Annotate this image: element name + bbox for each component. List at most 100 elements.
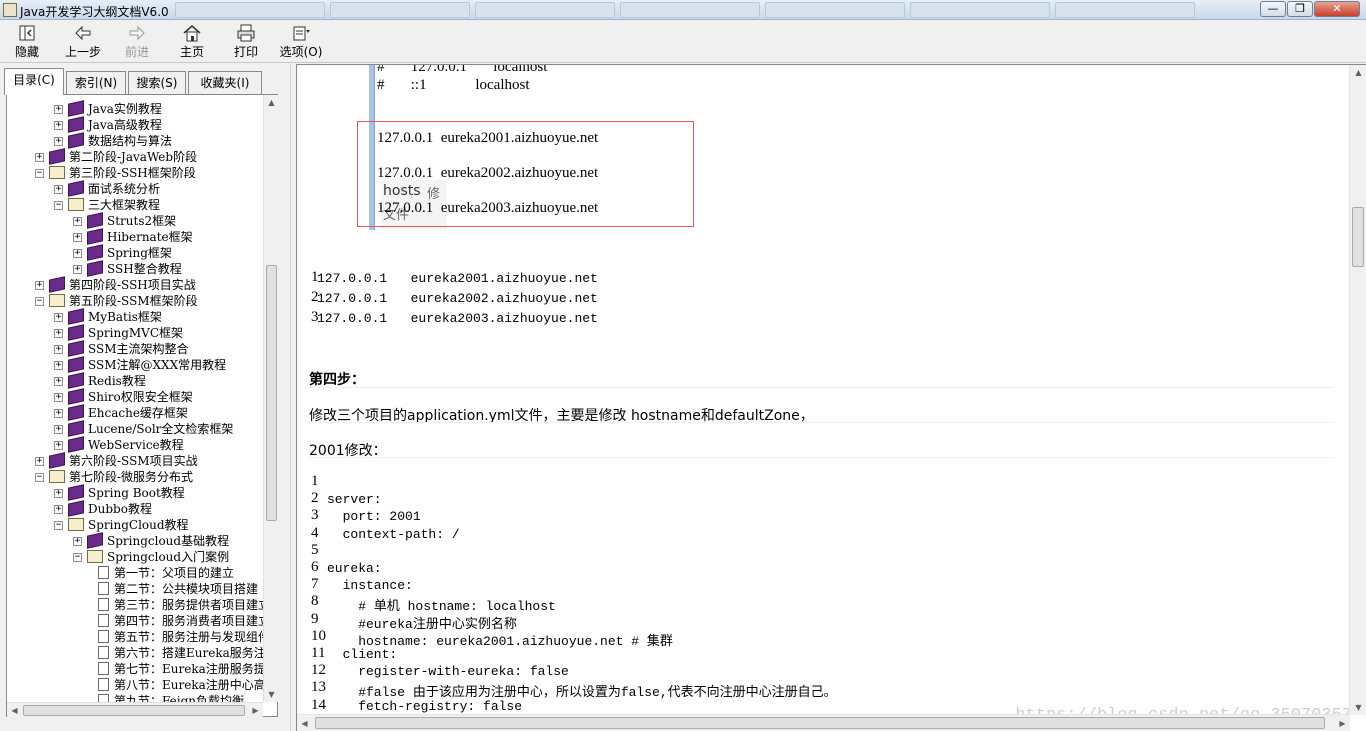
scroll-down-icon[interactable]: ▼ bbox=[264, 687, 279, 702]
print-button[interactable]: 打印 bbox=[228, 22, 264, 61]
expand-icon[interactable]: + bbox=[73, 217, 82, 226]
expand-icon[interactable]: + bbox=[54, 393, 63, 402]
tree-item[interactable]: + SSM主流架构整合 bbox=[7, 340, 263, 357]
scroll-up-icon[interactable]: ▲ bbox=[1351, 65, 1366, 80]
tree-item[interactable]: + Java高级教程 bbox=[7, 116, 263, 133]
options-button[interactable]: 选项(O) bbox=[278, 22, 324, 61]
book-icon bbox=[87, 244, 103, 261]
scroll-left-icon[interactable]: ◀ bbox=[7, 703, 22, 718]
tree-item[interactable]: + Spring框架 bbox=[7, 244, 263, 261]
tab-contents[interactable]: 目录(C) bbox=[4, 68, 64, 95]
tree-item[interactable]: + 第二阶段-JavaWeb阶段 bbox=[7, 148, 263, 165]
tree-item[interactable]: + Springcloud基础教程 bbox=[7, 532, 263, 549]
hide-button[interactable]: 隐藏 bbox=[8, 22, 46, 61]
tree-horizontal-scrollbar[interactable]: ◀ ▶ bbox=[7, 702, 263, 717]
collapse-icon[interactable]: − bbox=[35, 297, 44, 306]
tree-item[interactable]: − 第三阶段-SSH框架阶段 bbox=[7, 165, 263, 181]
code-line: 127.0.0.1 eureka2003.aizhuoyue.net bbox=[317, 311, 598, 326]
tree-item[interactable]: + SSM注解@XXX常用教程 bbox=[7, 356, 263, 373]
expand-icon[interactable]: + bbox=[54, 361, 63, 370]
tree-item[interactable]: 第五节：服务注册与发现组件 bbox=[7, 629, 263, 645]
tree-item[interactable]: − SpringCloud教程 bbox=[7, 517, 263, 533]
scroll-left-icon[interactable]: ◀ bbox=[297, 716, 312, 731]
expand-icon[interactable]: + bbox=[54, 345, 63, 354]
tree-item[interactable]: + Ehcache缓存框架 bbox=[7, 404, 263, 421]
tree-item[interactable]: 第八节：Eureka注册中心高可 bbox=[7, 677, 263, 693]
collapse-icon[interactable]: − bbox=[73, 553, 82, 562]
collapse-icon[interactable]: − bbox=[35, 473, 44, 482]
page-icon bbox=[98, 678, 109, 691]
minimize-button[interactable]: — bbox=[1260, 1, 1286, 17]
tree-item[interactable]: + Struts2框架 bbox=[7, 212, 263, 229]
content-vertical-scrollbar[interactable]: ▲ ▼ bbox=[1349, 65, 1366, 715]
tree-item[interactable]: 第四节：服务消费者项目建立 bbox=[7, 613, 263, 629]
collapse-icon[interactable]: − bbox=[35, 169, 44, 178]
expand-icon[interactable]: + bbox=[35, 153, 44, 162]
tree-item[interactable]: − 第五阶段-SSM框架阶段 bbox=[7, 293, 263, 309]
tree-item[interactable]: 第三节：服务提供者项目建立 bbox=[7, 597, 263, 613]
tree-item[interactable]: + Java实例教程 bbox=[7, 100, 263, 117]
tree-item[interactable]: 第九节：Feign负载均衡 bbox=[7, 693, 263, 702]
expand-icon[interactable]: + bbox=[54, 505, 63, 514]
tree-item[interactable]: + Lucene/Solr全文检索框架 bbox=[7, 420, 263, 437]
tree-item[interactable]: 第一节：父项目的建立 bbox=[7, 565, 263, 581]
tree-item[interactable]: + WebService教程 bbox=[7, 436, 263, 453]
expand-icon[interactable]: + bbox=[54, 329, 63, 338]
scroll-right-icon[interactable]: ▶ bbox=[1335, 716, 1350, 731]
expand-icon[interactable]: + bbox=[54, 121, 63, 130]
expand-icon[interactable]: + bbox=[35, 457, 44, 466]
tab-index[interactable]: 索引(N) bbox=[66, 71, 126, 94]
back-button[interactable]: 上一步 bbox=[60, 22, 106, 61]
tree-item[interactable]: + SSH整合教程 bbox=[7, 260, 263, 277]
expand-icon[interactable]: + bbox=[35, 281, 44, 290]
close-button[interactable]: ✕ bbox=[1314, 1, 1360, 17]
expand-icon[interactable]: + bbox=[54, 489, 63, 498]
tree-item[interactable]: + Redis教程 bbox=[7, 372, 263, 389]
expand-icon[interactable]: + bbox=[54, 377, 63, 386]
scroll-up-icon[interactable]: ▲ bbox=[264, 95, 279, 110]
expand-icon[interactable]: + bbox=[54, 137, 63, 146]
content-horizontal-scrollbar[interactable]: ◀ ▶ bbox=[297, 714, 1350, 731]
scroll-right-icon[interactable]: ▶ bbox=[248, 703, 263, 718]
tree-item[interactable]: + 第四阶段-SSH项目实战 bbox=[7, 276, 263, 293]
tree-item[interactable]: + 面试系统分析 bbox=[7, 180, 263, 197]
expand-icon[interactable]: + bbox=[54, 409, 63, 418]
expand-icon[interactable]: + bbox=[73, 537, 82, 546]
scroll-thumb[interactable] bbox=[315, 717, 1325, 729]
expand-icon[interactable]: + bbox=[73, 265, 82, 274]
expand-icon[interactable]: + bbox=[73, 233, 82, 242]
tree-item[interactable]: + 第六阶段-SSM项目实战 bbox=[7, 452, 263, 469]
expand-icon[interactable]: + bbox=[54, 425, 63, 434]
forward-button[interactable]: 前进 bbox=[118, 22, 156, 61]
maximize-button[interactable]: ❐ bbox=[1287, 1, 1313, 17]
tree-item[interactable]: + Hibernate框架 bbox=[7, 228, 263, 245]
tree-item[interactable]: + 数据结构与算法 bbox=[7, 132, 263, 149]
collapse-icon[interactable]: − bbox=[54, 521, 63, 530]
tree-item[interactable]: + Shiro权限安全框架 bbox=[7, 388, 263, 405]
tree-item[interactable]: 第二节：公共模块项目搭建 bbox=[7, 581, 263, 597]
tree-item[interactable]: − 第七阶段-微服务分布式 bbox=[7, 469, 263, 485]
tree-item[interactable]: + Dubbo教程 bbox=[7, 500, 263, 517]
tree-item[interactable]: + SpringMVC框架 bbox=[7, 324, 263, 341]
tree-item[interactable]: + Spring Boot教程 bbox=[7, 484, 263, 501]
book-icon bbox=[68, 340, 84, 357]
scroll-thumb[interactable] bbox=[1352, 207, 1364, 267]
expand-icon[interactable]: + bbox=[54, 105, 63, 114]
expand-icon[interactable]: + bbox=[54, 313, 63, 322]
expand-icon[interactable]: + bbox=[54, 185, 63, 194]
tab-favorites[interactable]: 收藏夹(I) bbox=[188, 71, 262, 94]
tree-vertical-scrollbar[interactable]: ▲ ▼ bbox=[263, 95, 278, 702]
collapse-icon[interactable]: − bbox=[54, 201, 63, 210]
tree-item[interactable]: 第六节：搭建Eureka服务注册 bbox=[7, 645, 263, 661]
tree-item[interactable]: − Springcloud入门案例 bbox=[7, 549, 263, 565]
expand-icon[interactable]: + bbox=[73, 249, 82, 258]
expand-icon[interactable]: + bbox=[54, 441, 63, 450]
tree-item[interactable]: + MyBatis框架 bbox=[7, 308, 263, 325]
tree-item[interactable]: 第七节：Eureka注册服务提供 bbox=[7, 661, 263, 677]
scroll-thumb[interactable] bbox=[266, 265, 277, 521]
home-button[interactable]: 主页 bbox=[174, 22, 210, 61]
tree-item[interactable]: − 三大框架教程 bbox=[7, 197, 263, 213]
tab-search[interactable]: 搜索(S) bbox=[128, 71, 186, 94]
scroll-down-icon[interactable]: ▼ bbox=[1351, 700, 1366, 715]
scroll-thumb[interactable] bbox=[23, 705, 245, 716]
